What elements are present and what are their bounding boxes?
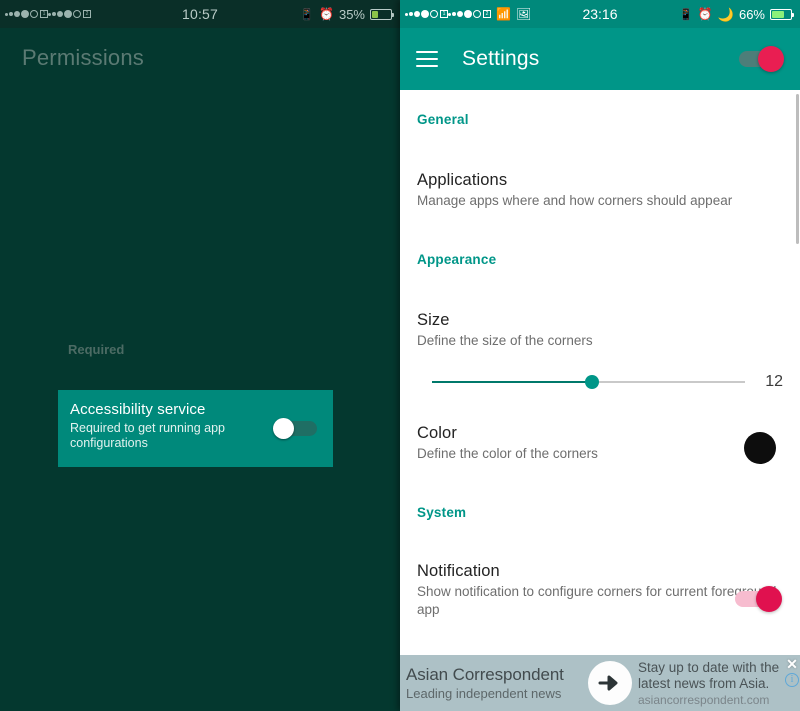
alarm-icon: ⏰ xyxy=(319,7,334,21)
settings-item-notification[interactable]: Notification Show notification to config… xyxy=(400,562,800,619)
settings-item-title: Notification xyxy=(417,562,500,580)
section-header-general: General xyxy=(417,112,469,127)
arrow-right-icon xyxy=(598,675,618,691)
settings-list[interactable]: General Applications Manage apps where a… xyxy=(400,90,800,655)
color-swatch[interactable] xyxy=(744,432,776,464)
screenshot-root: 1 2 10:57 📱 ⏰ 35% Permissions Required A… xyxy=(0,0,800,711)
slider-thumb[interactable] xyxy=(584,375,599,389)
ad-badges: ✕ i xyxy=(785,657,799,687)
settings-item-title: Size xyxy=(417,311,450,329)
settings-item-title: Color xyxy=(417,424,457,442)
right-status-bar-indicators: 📱 ⏰ 🌙 66% xyxy=(679,6,794,22)
permission-title: Accessibility service xyxy=(70,401,206,418)
section-header-system: System xyxy=(417,505,467,520)
right-status-bar: 1 2 📶 🖼 23:16 📱 ⏰ 🌙 66% xyxy=(400,0,800,28)
ad-right-text: Stay up to date with the latest news fro… xyxy=(638,660,800,707)
permission-card-accessibility-service[interactable]: Accessibility service Required to get ru… xyxy=(58,390,333,467)
size-slider-value: 12 xyxy=(765,373,783,390)
permissions-screen: 1 2 10:57 📱 ⏰ 35% Permissions Required A… xyxy=(0,0,400,711)
master-enable-toggle[interactable] xyxy=(734,46,784,72)
toggle-thumb xyxy=(756,586,782,612)
slider-fill xyxy=(432,381,592,383)
settings-item-subtitle: Define the color of the corners xyxy=(417,446,598,461)
ad-domain: asiancorrespondent.com xyxy=(638,692,770,707)
settings-item-subtitle: Show notification to configure corners f… xyxy=(417,584,777,617)
notification-toggle[interactable] xyxy=(732,586,782,612)
section-header-appearance: Appearance xyxy=(417,252,497,267)
ad-subline: Leading independent news xyxy=(406,686,562,701)
battery-percent-label: 35% xyxy=(338,6,365,22)
alarm-icon: ⏰ xyxy=(697,7,713,21)
left-status-bar: 1 2 10:57 📱 ⏰ 35% xyxy=(0,0,400,28)
battery-percent-label: 66% xyxy=(738,6,765,22)
settings-item-subtitle: Manage apps where and how corners should… xyxy=(417,193,733,208)
settings-item-subtitle: Define the size of the corners xyxy=(417,333,593,348)
settings-item-title: Applications xyxy=(417,171,508,189)
close-icon[interactable]: ✕ xyxy=(786,657,798,671)
page-title: Permissions xyxy=(22,45,145,70)
toggle-thumb xyxy=(273,418,294,439)
ad-left-text: Asian Correspondent Leading independent … xyxy=(400,665,582,701)
ad-banner[interactable]: Asian Correspondent Leading independent … xyxy=(400,655,800,711)
ad-copy: Stay up to date with the latest news fro… xyxy=(638,659,780,691)
ad-headline: Asian Correspondent xyxy=(406,665,564,684)
toggle-thumb xyxy=(758,46,784,72)
settings-item-color[interactable]: Color Define the color of the corners xyxy=(400,424,800,464)
settings-screen: 1 2 📶 🖼 23:16 📱 ⏰ 🌙 66% Settings General… xyxy=(400,0,800,711)
do-not-disturb-icon: 🌙 xyxy=(717,6,734,22)
toolbar-title: Settings xyxy=(462,47,540,70)
ad-cta-button[interactable] xyxy=(588,661,632,705)
settings-toolbar: Settings xyxy=(400,28,800,90)
settings-item-size[interactable]: Size Define the size of the corners xyxy=(400,311,800,350)
permission-subtitle: Required to get running app configuratio… xyxy=(70,421,225,450)
section-label-required: Required xyxy=(68,342,125,357)
permission-card-text: Accessibility service Required to get ru… xyxy=(70,401,267,451)
settings-item-applications[interactable]: Applications Manage apps where and how c… xyxy=(400,171,800,210)
size-slider[interactable] xyxy=(417,372,745,392)
hamburger-menu-icon[interactable] xyxy=(416,50,438,68)
vibrate-icon: 📱 xyxy=(679,8,693,21)
accessibility-service-toggle[interactable] xyxy=(273,418,319,439)
size-slider-row[interactable]: 12 xyxy=(400,372,800,392)
battery-icon xyxy=(770,8,794,20)
vibrate-icon: 📱 xyxy=(300,8,315,21)
left-status-bar-indicators: 📱 ⏰ 35% xyxy=(300,6,394,22)
info-icon[interactable]: i xyxy=(785,673,799,687)
battery-icon xyxy=(370,8,394,20)
scrollbar-thumb[interactable] xyxy=(796,94,799,244)
